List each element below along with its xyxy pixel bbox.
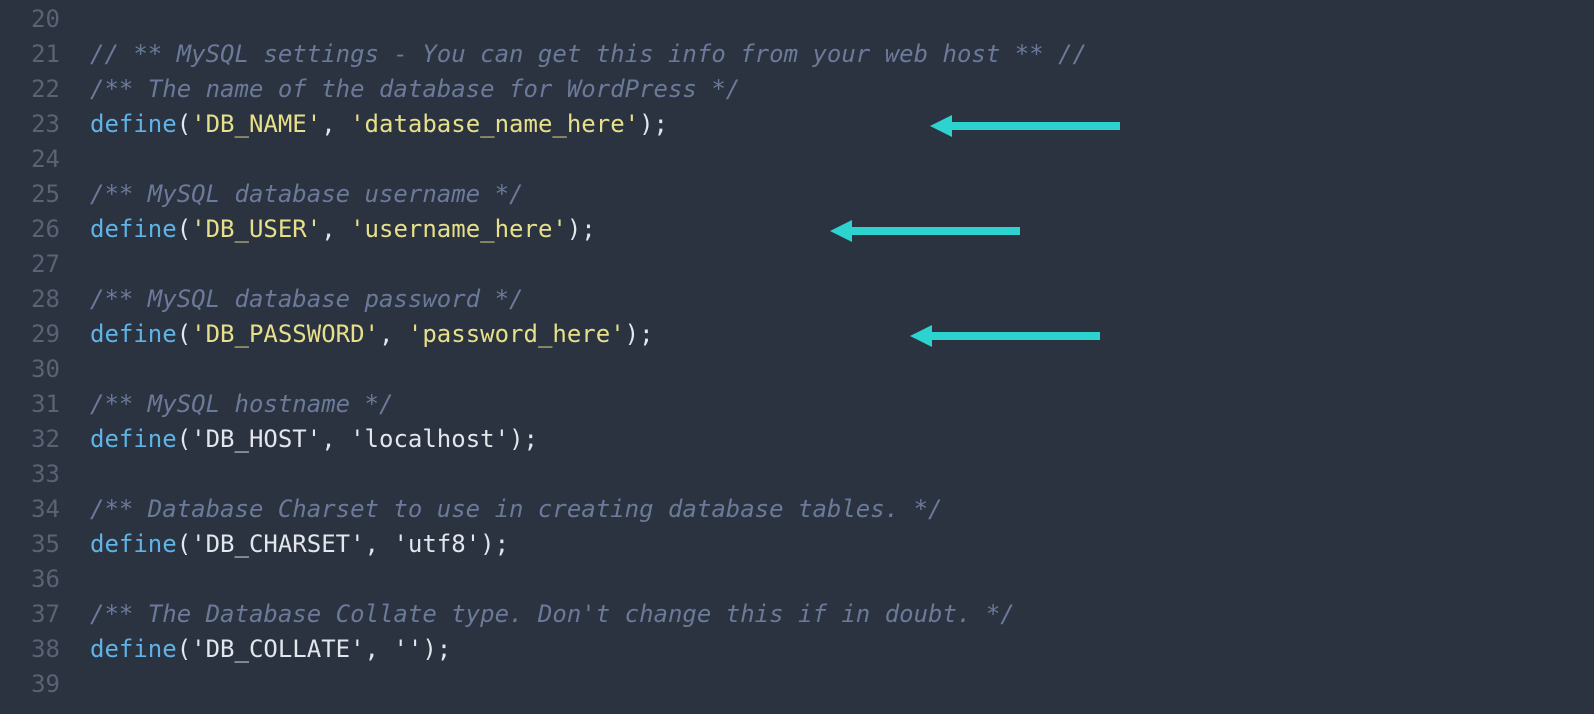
code-token: , — [379, 320, 408, 348]
code-token: // ** MySQL settings - You can get this … — [90, 40, 1087, 68]
code-token: /** MySQL hostname */ — [90, 390, 393, 418]
code-area[interactable]: // ** MySQL settings - You can get this … — [90, 2, 1594, 702]
code-line[interactable]: /** MySQL hostname */ — [90, 387, 1594, 422]
code-token: , — [321, 215, 350, 243]
code-token: 'DB_CHARSET' — [191, 530, 364, 558]
line-number: 27 — [0, 247, 60, 282]
code-line[interactable] — [90, 667, 1594, 702]
code-token: define — [90, 635, 177, 663]
code-line[interactable]: define('DB_PASSWORD', 'password_here'); — [90, 317, 1594, 352]
line-number: 21 — [0, 37, 60, 72]
code-line[interactable] — [90, 562, 1594, 597]
code-line[interactable] — [90, 2, 1594, 37]
code-line[interactable]: /** The Database Collate type. Don't cha… — [90, 597, 1594, 632]
code-token: /** Database Charset to use in creating … — [90, 495, 943, 523]
code-line[interactable]: /** The name of the database for WordPre… — [90, 72, 1594, 107]
code-token: ); — [480, 530, 509, 558]
line-number: 26 — [0, 212, 60, 247]
code-token: ); — [509, 425, 538, 453]
code-token: , — [321, 425, 350, 453]
line-number: 25 — [0, 177, 60, 212]
code-line[interactable]: define('DB_COLLATE', ''); — [90, 632, 1594, 667]
code-token: /** The name of the database for WordPre… — [90, 75, 740, 103]
code-token: ( — [177, 425, 191, 453]
code-line[interactable] — [90, 247, 1594, 282]
code-line[interactable]: // ** MySQL settings - You can get this … — [90, 37, 1594, 72]
line-number: 38 — [0, 632, 60, 667]
line-number: 28 — [0, 282, 60, 317]
code-token: 'DB_COLLATE' — [191, 635, 364, 663]
code-token: ); — [625, 320, 654, 348]
line-number: 33 — [0, 457, 60, 492]
annotation-arrow-icon — [830, 220, 1020, 232]
annotation-arrow-icon — [930, 115, 1120, 127]
code-line[interactable]: /** MySQL database username */ — [90, 177, 1594, 212]
code-token: 'username_here' — [350, 215, 567, 243]
line-number: 20 — [0, 2, 60, 37]
code-token: define — [90, 320, 177, 348]
code-token: , — [365, 530, 394, 558]
code-token: 'database_name_here' — [350, 110, 639, 138]
code-token: ( — [177, 110, 191, 138]
code-token: 'password_here' — [408, 320, 625, 348]
code-token: '' — [393, 635, 422, 663]
line-number: 30 — [0, 352, 60, 387]
code-token: ); — [422, 635, 451, 663]
code-token: ( — [177, 215, 191, 243]
code-line[interactable]: define('DB_NAME', 'database_name_here'); — [90, 107, 1594, 142]
code-token: ); — [567, 215, 596, 243]
code-token: 'DB_NAME' — [191, 110, 321, 138]
code-token: /** MySQL database username */ — [90, 180, 523, 208]
code-token: /** MySQL database password */ — [90, 285, 523, 313]
line-number: 29 — [0, 317, 60, 352]
line-number: 35 — [0, 527, 60, 562]
line-number: 22 — [0, 72, 60, 107]
line-number: 37 — [0, 597, 60, 632]
code-token: define — [90, 425, 177, 453]
code-token: 'localhost' — [350, 425, 509, 453]
line-number-gutter: 2021222324252627282930313233343536373839 — [0, 2, 90, 702]
code-line[interactable]: define('DB_HOST', 'localhost'); — [90, 422, 1594, 457]
code-line[interactable]: /** Database Charset to use in creating … — [90, 492, 1594, 527]
code-token: ( — [177, 530, 191, 558]
line-number: 32 — [0, 422, 60, 457]
code-token: ); — [639, 110, 668, 138]
line-number: 36 — [0, 562, 60, 597]
line-number: 24 — [0, 142, 60, 177]
code-editor[interactable]: 2021222324252627282930313233343536373839… — [0, 0, 1594, 702]
line-number: 34 — [0, 492, 60, 527]
code-line[interactable]: define('DB_CHARSET', 'utf8'); — [90, 527, 1594, 562]
code-line[interactable]: /** MySQL database password */ — [90, 282, 1594, 317]
code-token: , — [365, 635, 394, 663]
code-token: define — [90, 530, 177, 558]
code-token: ( — [177, 635, 191, 663]
annotation-arrow-icon — [910, 325, 1100, 337]
code-token: , — [321, 110, 350, 138]
code-line[interactable]: define('DB_USER', 'username_here'); — [90, 212, 1594, 247]
code-line[interactable] — [90, 457, 1594, 492]
code-token: 'DB_HOST' — [191, 425, 321, 453]
code-line[interactable] — [90, 142, 1594, 177]
code-token: ( — [177, 320, 191, 348]
line-number: 39 — [0, 667, 60, 702]
code-token: /** The Database Collate type. Don't cha… — [90, 600, 1015, 628]
code-token: define — [90, 215, 177, 243]
code-line[interactable] — [90, 352, 1594, 387]
code-token: 'DB_PASSWORD' — [191, 320, 379, 348]
line-number: 31 — [0, 387, 60, 422]
code-token: define — [90, 110, 177, 138]
code-token: 'DB_USER' — [191, 215, 321, 243]
code-token: 'utf8' — [393, 530, 480, 558]
line-number: 23 — [0, 107, 60, 142]
